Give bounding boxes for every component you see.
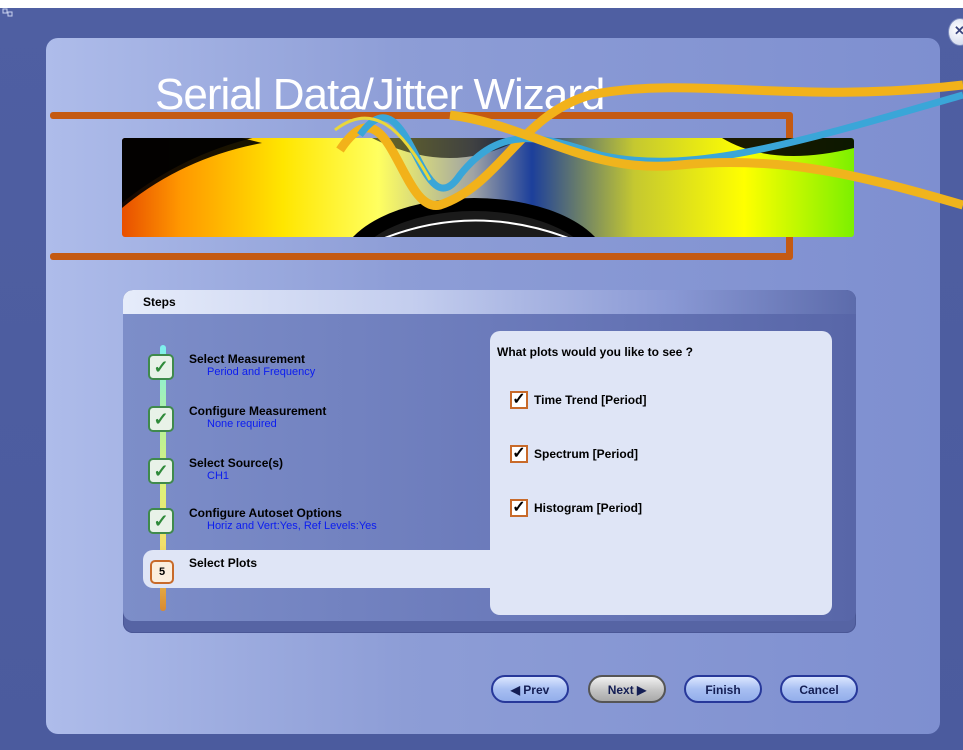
checkmark-icon: ✓ (148, 458, 174, 484)
cancel-button[interactable]: Cancel (780, 675, 858, 703)
option-label: Histogram [Period] (534, 501, 643, 515)
prev-button[interactable]: ◀ Prev (491, 675, 569, 703)
option-label: Spectrum [Period] (534, 447, 639, 461)
banner-frame-bottom (50, 253, 792, 260)
banner-frame-top (50, 112, 792, 119)
plots-options-box (490, 331, 832, 615)
step-select-sources[interactable]: ✓ Select Source(s) CH1 (148, 450, 488, 496)
checkmark-icon: ✓ (148, 406, 174, 432)
step-number-badge: 5 (150, 560, 174, 584)
window-menu-icon (2, 8, 13, 17)
step-subtitle: Period and Frequency (207, 366, 316, 378)
option-label: Time Trend [Period] (534, 393, 647, 407)
step-select-measurement[interactable]: ✓ Select Measurement Period and Frequenc… (148, 346, 488, 392)
top-strip (0, 0, 963, 8)
step-title: Configure Measurement (189, 404, 327, 418)
step-title: Select Source(s) (189, 456, 284, 470)
steps-header: Steps (123, 290, 856, 314)
checkbox-histogram[interactable]: ✓ (510, 499, 528, 517)
step-configure-autoset[interactable]: ✓ Configure Autoset Options Horiz and Ve… (148, 500, 488, 546)
banner-shapes (122, 138, 854, 237)
plots-question: What plots would you like to see ? (497, 345, 694, 359)
step-subtitle: CH1 (207, 470, 230, 482)
step-subtitle: Horiz and Vert:Yes, Ref Levels:Yes (207, 520, 377, 532)
banner-graphic (122, 138, 854, 237)
checkmark-icon: ✓ (148, 354, 174, 380)
finish-button[interactable]: Finish (684, 675, 762, 703)
close-icon[interactable]: ✕ (948, 18, 963, 46)
step-configure-measurement[interactable]: ✓ Configure Measurement None required (148, 398, 488, 444)
next-button[interactable]: Next ▶ (588, 675, 666, 703)
steps-header-label: Steps (143, 295, 176, 309)
checkbox-time-trend[interactable]: ✓ (510, 391, 528, 409)
step-title: Select Measurement (189, 352, 306, 366)
checkmark-icon: ✓ (148, 508, 174, 534)
step-subtitle: None required (207, 418, 277, 430)
step-title: Configure Autoset Options (189, 506, 342, 520)
checkbox-spectrum[interactable]: ✓ (510, 445, 528, 463)
step-title-current: Select Plots (189, 556, 258, 570)
wizard-window: ✕ Serial Data/Jitter Wizard Steps ✓ Sele… (0, 0, 963, 750)
